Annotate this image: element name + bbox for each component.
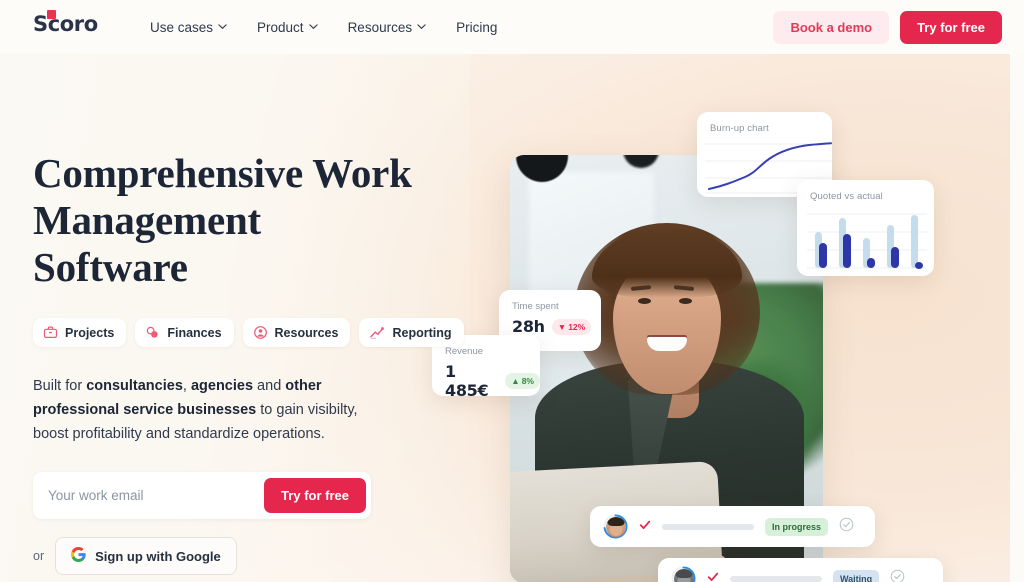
task-title-placeholder [662, 523, 754, 530]
avatar-image [673, 568, 694, 582]
chevron-down-icon [308, 22, 318, 31]
email-field[interactable] [33, 488, 265, 503]
header-try-free-button[interactable]: Try for free [900, 11, 1002, 44]
header-actions: Book a demo Try for free [773, 11, 1002, 44]
scoro-logo[interactable]: Scoro [33, 10, 98, 36]
time-spent-delta: 12% [568, 321, 586, 332]
quoted-chart-title: Quoted vs actual [810, 191, 883, 202]
pill-projects[interactable]: Projects [33, 318, 127, 347]
briefcase-icon [43, 325, 58, 340]
time-spent-label: Time spent [512, 301, 559, 312]
hero-visual: Burn-up chart Quoted vs actual Time spen… [432, 54, 1024, 582]
time-spent-delta-badge: ▼ 12% [551, 318, 592, 335]
pill-label: Finances [167, 325, 222, 340]
check-icon [639, 518, 651, 536]
hero-left-column: Comprehensive Work Management Software P… [33, 150, 464, 582]
time-spent-value-row: 28h ▼ 12% [499, 312, 601, 336]
circle-check-icon[interactable] [890, 569, 905, 582]
task-row[interactable]: Waiting [658, 558, 943, 582]
nav-label: Resources [347, 19, 413, 35]
lede-part3: and [253, 378, 286, 394]
arrow-down-icon: ▼ [557, 321, 567, 332]
lede-part2: , [182, 378, 191, 394]
feature-pill-list: Projects Finances Resources Reporting [33, 318, 464, 347]
site-header: Scoro Use cases Product Resources Pricin… [0, 0, 1024, 54]
nav-item-product[interactable]: Product [257, 20, 318, 35]
avatar-image [605, 516, 626, 537]
signup-form: Try for free [33, 472, 371, 519]
google-signup-button[interactable]: Sign up with Google [55, 537, 237, 575]
chevron-down-icon [417, 22, 426, 31]
nav-item-resources[interactable]: Resources [348, 20, 427, 35]
main-nav: Use cases Product Resources Pricing [150, 0, 497, 54]
person-circle-icon [253, 325, 268, 340]
arrow-up-icon: ▲ [511, 376, 520, 386]
nav-label: Use cases [150, 19, 214, 35]
circle-check-icon[interactable] [839, 517, 854, 537]
or-label: or [33, 549, 45, 563]
lede-bold1: consultancies [86, 378, 183, 394]
chevron-down-icon [218, 22, 227, 31]
check-icon [707, 570, 719, 582]
lede-part1: Built for [33, 378, 87, 394]
burnup-chart-title: Burn-up chart [710, 123, 769, 134]
landing-page: Scoro Use cases Product Resources Pricin… [0, 0, 1024, 582]
task-title-placeholder [730, 575, 822, 582]
pill-reporting[interactable]: Reporting [359, 318, 464, 347]
nav-item-use-cases[interactable]: Use cases [150, 20, 227, 35]
status-badge[interactable]: In progress [765, 517, 829, 536]
status-badge[interactable]: Waiting [833, 569, 880, 582]
chart-line-icon [369, 325, 385, 340]
hero-description: Built for consultancies, agencies and ot… [33, 374, 388, 446]
nav-label: Product [257, 19, 304, 35]
google-button-label: Sign up with Google [95, 548, 221, 564]
quoted-chart-plot [807, 213, 927, 269]
book-demo-button[interactable]: Book a demo [773, 11, 890, 44]
revenue-delta-badge: ▲ 8% [505, 373, 540, 389]
page-title: Comprehensive Work Management Software [33, 150, 412, 290]
alternate-signup-row: or Sign up with Google [33, 537, 453, 575]
logo-accent-mark [47, 10, 56, 19]
pill-finances[interactable]: Finances [135, 318, 234, 347]
signup-try-free-button[interactable]: Try for free [264, 478, 366, 513]
pill-label: Projects [65, 325, 115, 340]
avatar [603, 514, 628, 539]
revenue-delta: 8% [521, 376, 534, 386]
time-spent-value: 28h [512, 317, 545, 336]
nav-item-pricing[interactable]: Pricing [456, 20, 497, 35]
coins-icon [145, 325, 160, 340]
lede-bold2: agencies [190, 378, 254, 394]
logo-text: Scoro [33, 12, 98, 36]
google-g-icon [71, 547, 86, 565]
quoted-vs-actual-card: Quoted vs actual [797, 180, 934, 276]
task-row[interactable]: In progress [590, 506, 875, 547]
pill-label: Reporting [392, 325, 452, 340]
avatar [671, 566, 696, 582]
pill-resources[interactable]: Resources [242, 318, 351, 347]
nav-label: Pricing [456, 19, 498, 35]
pill-label: Resources [274, 325, 339, 340]
